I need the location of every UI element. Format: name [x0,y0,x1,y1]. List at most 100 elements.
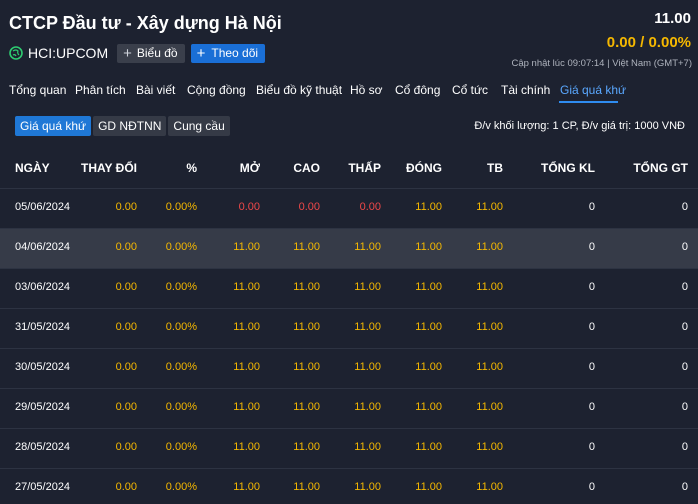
cell-date: 29/05/2024 [15,401,71,413]
cell-low: 0.00 [359,201,381,213]
cell-low: 11.00 [354,361,381,373]
table-row[interactable]: 04/06/2024 0.00 0.00% 11.00 11.00 11.00 … [0,228,698,268]
column-header-high: CAO [293,161,320,175]
cell-low: 11.00 [354,481,381,493]
column-header-date: NGÀY [15,161,50,175]
cell-total-volume: 0 [588,361,595,373]
cell-percent: 0.00% [165,401,197,413]
price-change: 0.00 / 0.00% [606,34,691,51]
cell-change: 0.00 [115,241,137,253]
tab-financials[interactable]: Tài chính [501,83,550,97]
table-row[interactable]: 03/06/2024 0.00 0.00% 11.00 11.00 11.00 … [0,268,698,308]
plus-icon: + [123,44,132,62]
cell-change: 0.00 [115,401,137,413]
table-row[interactable]: 27/05/2024 0.00 0.00% 11.00 11.00 11.00 … [0,468,698,504]
subtab-foreign-trading[interactable]: GD NĐTNN [93,116,167,136]
subtab-supply-demand[interactable]: Cung cầu [168,116,230,136]
cell-change: 0.00 [115,481,137,493]
cell-high: 11.00 [293,441,320,453]
tab-shareholders[interactable]: Cổ đông [395,83,440,97]
cell-total-value: 0 [681,481,688,493]
table-row[interactable]: 28/05/2024 0.00 0.00% 11.00 11.00 11.00 … [0,428,698,468]
cell-change: 0.00 [115,201,137,213]
unit-note: Đ/v khối lượng: 1 CP, Đ/v giá trị: 1000 … [474,120,685,132]
cell-average: 11.00 [476,321,503,333]
cell-open: 11.00 [233,361,260,373]
cell-total-volume: 0 [588,321,595,333]
cell-open: 11.00 [233,441,260,453]
cell-total-value: 0 [681,321,688,333]
cell-close: 11.00 [415,361,442,373]
cell-date: 31/05/2024 [15,321,71,333]
cell-percent: 0.00% [165,481,197,493]
active-tab-indicator [559,101,618,103]
column-header-low: THẤP [348,161,381,175]
cell-change: 0.00 [115,321,137,333]
cell-close: 11.00 [415,401,442,413]
table-row[interactable]: 29/05/2024 0.00 0.00% 11.00 11.00 11.00 … [0,388,698,428]
follow-button[interactable]: + Theo dõi [190,43,266,63]
cell-high: 11.00 [293,321,320,333]
cell-close: 11.00 [415,201,442,213]
cell-close: 11.00 [415,481,442,493]
tab-profile[interactable]: Hồ sơ [350,83,383,97]
cell-percent: 0.00% [165,321,197,333]
cell-close: 11.00 [415,281,442,293]
cell-open: 11.00 [233,281,260,293]
column-header-close: ĐÓNG [406,161,442,175]
tab-dividends[interactable]: Cổ tức [452,83,488,97]
table-row[interactable]: 31/05/2024 0.00 0.00% 11.00 11.00 11.00 … [0,308,698,348]
cell-change: 0.00 [115,361,137,373]
globe-icon [9,46,23,60]
tab-community[interactable]: Cộng đồng [187,83,246,97]
cell-average: 11.00 [476,281,503,293]
cell-total-volume: 0 [588,281,595,293]
cell-high: 11.00 [293,241,320,253]
cell-low: 11.00 [354,281,381,293]
column-header-total-value: TỔNG GT [633,161,688,175]
cell-percent: 0.00% [165,361,197,373]
cell-high: 11.00 [293,401,320,413]
chart-button-label: Biểu đồ [136,46,178,60]
cell-date: 30/05/2024 [15,361,71,373]
cell-total-value: 0 [681,281,688,293]
cell-average: 11.00 [476,201,503,213]
cell-average: 11.00 [476,441,503,453]
table-row[interactable]: 30/05/2024 0.00 0.00% 11.00 11.00 11.00 … [0,348,698,388]
cell-percent: 0.00% [165,201,197,213]
cell-date: 04/06/2024 [15,241,71,253]
subtab-price-history[interactable]: Giá quá khứ [15,116,92,136]
cell-percent: 0.00% [165,281,197,293]
cell-change: 0.00 [115,441,137,453]
ticker-row: HCI:UPCOM + Biểu đồ + Theo dõi [9,43,266,63]
chart-button[interactable]: + Biểu đồ [117,43,185,63]
follow-button-label: Theo dõi [211,46,259,60]
cell-high: 11.00 [293,281,320,293]
tab-technical-chart[interactable]: Biểu đồ kỹ thuật [256,83,342,97]
cell-average: 11.00 [476,481,503,493]
table-header: NGÀY THAY ĐỔI % MỞ CAO THẤP ĐÓNG TB TỔNG… [0,148,698,188]
cell-change: 0.00 [115,281,137,293]
cell-close: 11.00 [415,321,442,333]
plus-icon: + [196,44,206,62]
cell-high: 11.00 [293,361,320,373]
cell-total-value: 0 [681,201,688,213]
cell-date: 28/05/2024 [15,441,71,453]
cell-open: 11.00 [233,241,260,253]
cell-close: 11.00 [415,441,442,453]
column-header-total-volume: TỔNG KL [541,161,595,175]
tab-price-history[interactable]: Giá quá khứ [560,83,626,97]
ticker-symbol: HCI:UPCOM [28,45,109,61]
cell-close: 11.00 [415,241,442,253]
tab-articles[interactable]: Bài viết [136,83,175,97]
tab-overview[interactable]: Tổng quan [9,83,66,97]
tab-analysis[interactable]: Phân tích [75,83,126,97]
cell-date: 05/06/2024 [15,201,71,213]
cell-date: 03/06/2024 [15,281,71,293]
column-header-percent: % [186,161,197,175]
cell-total-value: 0 [681,441,688,453]
cell-open: 11.00 [233,481,260,493]
column-header-change: THAY ĐỔI [80,161,137,175]
last-updated: Cập nhật lúc 09:07:14 | Việt Nam (GMT+7) [511,58,692,69]
table-row[interactable]: 05/06/2024 0.00 0.00% 0.00 0.00 0.00 11.… [0,188,698,228]
